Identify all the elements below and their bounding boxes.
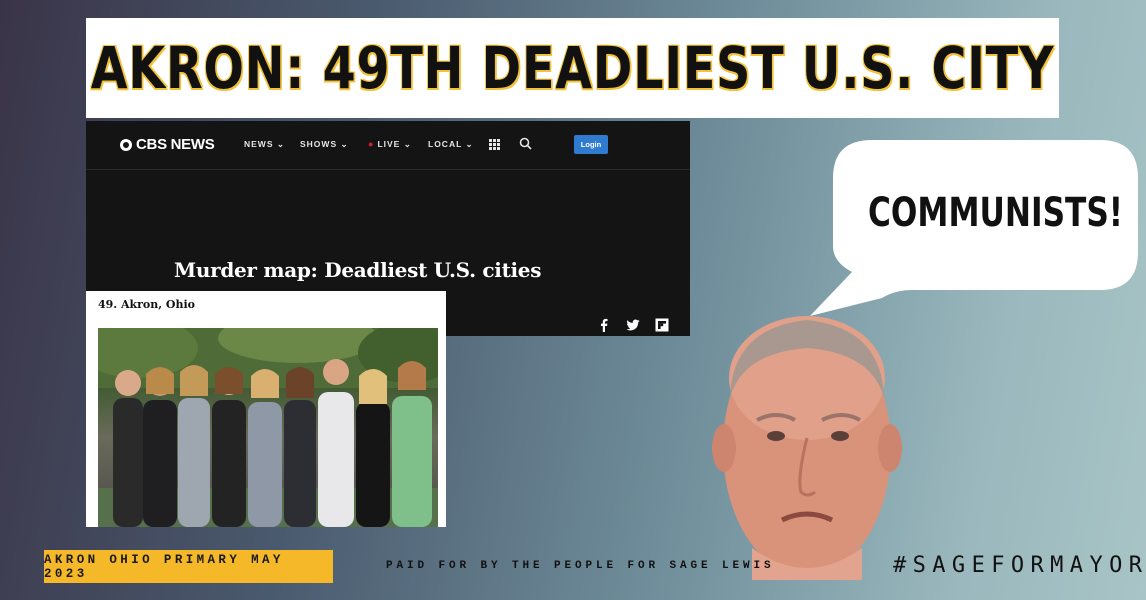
flipboard-icon[interactable] bbox=[655, 318, 669, 332]
cbs-logo[interactable]: CBS NEWS bbox=[120, 136, 215, 153]
nav-shows[interactable]: SHOWS ⌄ bbox=[300, 139, 349, 150]
live-dot-icon: ● bbox=[368, 139, 375, 149]
nav-news-label: NEWS bbox=[244, 139, 274, 149]
speech-bubble-text: COMMUNISTS! bbox=[868, 190, 1124, 236]
chevron-down-icon: ⌄ bbox=[340, 139, 349, 149]
nav-live-label: LIVE bbox=[377, 139, 401, 149]
campaign-hashtag: #SAGEFORMAYOR bbox=[893, 553, 1146, 578]
cbs-nav-bar: CBS NEWS NEWS ⌄ SHOWS ⌄ ● LIVE ⌄ LOCAL ⌄ … bbox=[86, 121, 690, 170]
vigil-crowd-photo bbox=[98, 328, 438, 527]
article-title: Murder map: Deadliest U.S. cities bbox=[174, 258, 542, 282]
cbs-eye-icon bbox=[120, 138, 132, 151]
nav-shows-label: SHOWS bbox=[300, 139, 338, 149]
headline-banner: AKRON: 49TH DEADLIEST U.S. CITY bbox=[86, 18, 1059, 118]
vigil-crowd-illustration bbox=[98, 328, 438, 527]
nav-local-label: LOCAL bbox=[428, 139, 463, 149]
nav-live[interactable]: ● LIVE ⌄ bbox=[368, 139, 412, 150]
candidate-portrait bbox=[712, 316, 902, 580]
primary-date-text: AKRON OHIO PRIMARY MAY 2023 bbox=[44, 552, 284, 581]
chevron-down-icon: ⌄ bbox=[465, 139, 474, 149]
facebook-icon[interactable] bbox=[597, 318, 611, 332]
search-icon[interactable] bbox=[519, 137, 532, 150]
primary-date-badge: AKRON OHIO PRIMARY MAY 2023 bbox=[44, 550, 333, 583]
headline-text: AKRON: 49TH DEADLIEST U.S. CITY bbox=[90, 34, 1055, 102]
paid-for-disclaimer: PAID FOR BY THE PEOPLE FOR SAGE LEWIS bbox=[386, 560, 775, 572]
apps-grid-icon[interactable] bbox=[489, 139, 500, 150]
login-button[interactable]: Login bbox=[574, 135, 608, 154]
nav-local[interactable]: LOCAL ⌄ bbox=[428, 139, 474, 150]
chevron-down-icon: ⌄ bbox=[403, 139, 412, 149]
akron-article-snippet: 49. Akron, Ohio bbox=[86, 291, 446, 527]
nav-news[interactable]: NEWS ⌄ bbox=[244, 139, 285, 150]
chevron-down-icon: ⌄ bbox=[276, 139, 285, 149]
cbs-logo-text: CBS NEWS bbox=[136, 136, 215, 153]
akron-rank-label: 49. Akron, Ohio bbox=[98, 298, 196, 311]
twitter-icon[interactable] bbox=[626, 318, 640, 332]
